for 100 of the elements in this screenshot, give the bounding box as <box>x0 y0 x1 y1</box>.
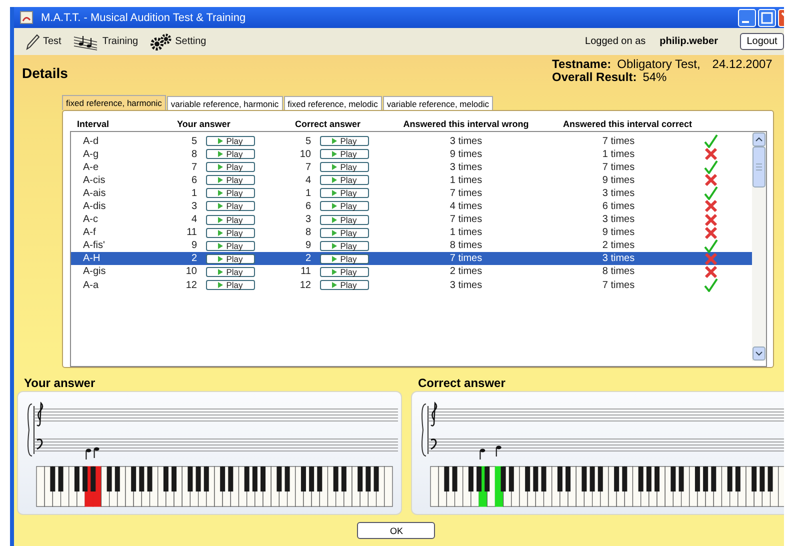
tab[interactable]: variable reference, melodic <box>382 96 493 110</box>
play-button[interactable]: Play <box>206 149 255 160</box>
play-button[interactable]: Play <box>320 228 369 238</box>
ok-button[interactable]: OK <box>357 522 435 539</box>
table-row[interactable]: A-a 12 Play 12 Play 3 times 7 times <box>71 278 752 292</box>
sharp-key[interactable] <box>566 466 571 492</box>
toolbar-button[interactable]: Test <box>20 34 68 50</box>
sharp-key[interactable] <box>476 466 482 492</box>
table-row[interactable]: A-H 2 Play 2 Play 7 times 3 times <box>71 252 752 265</box>
play-button[interactable]: Play <box>206 266 255 277</box>
sharp-key[interactable] <box>598 466 603 492</box>
play-button[interactable]: Play <box>320 280 369 290</box>
sharp-key[interactable] <box>670 466 676 492</box>
tab[interactable]: fixed reference, melodic <box>284 96 382 110</box>
sharp-key[interactable] <box>188 466 193 492</box>
sharp-key[interactable] <box>444 466 450 492</box>
sharp-key[interactable] <box>508 466 514 492</box>
table-row[interactable]: A-e 7 Play 7 Play 3 times 7 times <box>71 160 752 174</box>
play-button[interactable]: Play <box>206 162 255 172</box>
sharp-key[interactable] <box>204 466 209 492</box>
sharp-key[interactable] <box>614 466 620 492</box>
sharp-key[interactable] <box>694 466 700 492</box>
sharp-key[interactable] <box>582 466 587 492</box>
play-button[interactable]: Play <box>206 175 255 186</box>
tab[interactable]: variable reference, harmonic <box>166 96 283 110</box>
sharp-key[interactable] <box>484 466 490 492</box>
piano-key[interactable] <box>778 466 784 507</box>
play-button[interactable]: Play <box>206 240 255 251</box>
logout-button[interactable]: Logout <box>740 33 784 50</box>
play-button[interactable]: Play <box>320 214 369 225</box>
play-button[interactable]: Play <box>320 175 369 186</box>
table-row[interactable]: A-f 11 Play 8 Play 1 times 9 times <box>71 226 752 239</box>
play-button[interactable]: Play <box>320 136 369 146</box>
table-row[interactable]: A-d 5 Play 5 Play 3 times 7 times <box>71 134 752 148</box>
sharp-key[interactable] <box>131 466 136 492</box>
sharp-key[interactable] <box>533 466 538 492</box>
sharp-key[interactable] <box>317 466 322 492</box>
sharp-key[interactable] <box>228 466 234 492</box>
sharp-key[interactable] <box>196 466 201 492</box>
close-icon[interactable] <box>778 8 784 26</box>
sharp-key[interactable] <box>172 466 177 492</box>
sharp-key[interactable] <box>300 466 306 492</box>
play-button[interactable]: Play <box>206 136 255 146</box>
sharp-key[interactable] <box>276 466 282 492</box>
sharp-key[interactable] <box>358 466 363 492</box>
sharp-key[interactable] <box>50 466 56 492</box>
play-button[interactable]: Play <box>320 266 369 277</box>
play-button[interactable]: Play <box>206 214 255 225</box>
piano-key[interactable] <box>384 466 393 507</box>
sharp-key[interactable] <box>163 466 168 492</box>
sharp-key[interactable] <box>703 466 708 492</box>
tab[interactable]: fixed reference, harmonic <box>62 95 166 110</box>
sharp-key[interactable] <box>711 466 716 492</box>
table-row[interactable]: A-dis 3 Play 6 Play 4 times 6 times <box>71 199 752 213</box>
sharp-key[interactable] <box>284 466 290 492</box>
scrollbar[interactable] <box>752 132 766 361</box>
play-button[interactable]: Play <box>206 188 255 198</box>
sharp-key[interactable] <box>366 466 371 492</box>
sharp-key[interactable] <box>58 466 64 492</box>
table-row[interactable]: A-c 4 Play 3 Play 7 times 3 times <box>71 212 752 226</box>
sharp-key[interactable] <box>220 466 226 492</box>
sharp-key[interactable] <box>646 466 652 492</box>
sharp-key[interactable] <box>452 466 458 492</box>
sharp-key[interactable] <box>114 466 120 492</box>
sharp-key[interactable] <box>557 466 562 492</box>
sharp-key[interactable] <box>654 466 660 492</box>
table-row[interactable]: A-g 8 Play 10 Play 9 times 1 times <box>71 147 752 160</box>
play-button[interactable]: Play <box>320 201 369 212</box>
sharp-key[interactable] <box>333 466 338 492</box>
sharp-key[interactable] <box>468 466 474 492</box>
sharp-key[interactable] <box>525 466 530 492</box>
sharp-key[interactable] <box>309 466 314 492</box>
play-button[interactable]: Play <box>320 188 369 198</box>
play-button[interactable]: Play <box>320 240 369 251</box>
play-button[interactable]: Play <box>206 201 255 212</box>
sharp-key[interactable] <box>341 466 346 492</box>
play-button[interactable]: Play <box>320 162 369 172</box>
sharp-key[interactable] <box>590 466 595 492</box>
sharp-key[interactable] <box>139 466 144 492</box>
sharp-key[interactable] <box>244 466 250 492</box>
sharp-key[interactable] <box>727 466 732 492</box>
sharp-key[interactable] <box>260 466 266 492</box>
table-row[interactable]: A-ais 1 Play 1 Play 7 times 3 times <box>71 186 752 200</box>
toolbar-button[interactable]: Training <box>67 32 144 50</box>
play-button[interactable]: Play <box>206 254 255 264</box>
play-button[interactable]: Play <box>320 149 369 160</box>
play-button[interactable]: Play <box>206 280 255 290</box>
minimize-icon[interactable] <box>738 8 756 26</box>
sharp-key[interactable] <box>638 466 644 492</box>
sharp-key[interactable] <box>678 466 684 492</box>
maximize-icon[interactable] <box>758 8 776 26</box>
sharp-key[interactable] <box>252 466 258 492</box>
sharp-key[interactable] <box>74 466 80 492</box>
table-row[interactable]: A-cis 6 Play 4 Play 1 times 9 times <box>71 173 752 186</box>
play-button[interactable]: Play <box>206 228 255 238</box>
sharp-key[interactable] <box>106 466 112 492</box>
table-row[interactable]: A-gis 10 Play 11 Play 2 times 8 times <box>71 264 752 278</box>
sharp-key[interactable] <box>760 466 765 492</box>
sharp-key[interactable] <box>622 466 628 492</box>
sharp-key[interactable] <box>735 466 740 492</box>
